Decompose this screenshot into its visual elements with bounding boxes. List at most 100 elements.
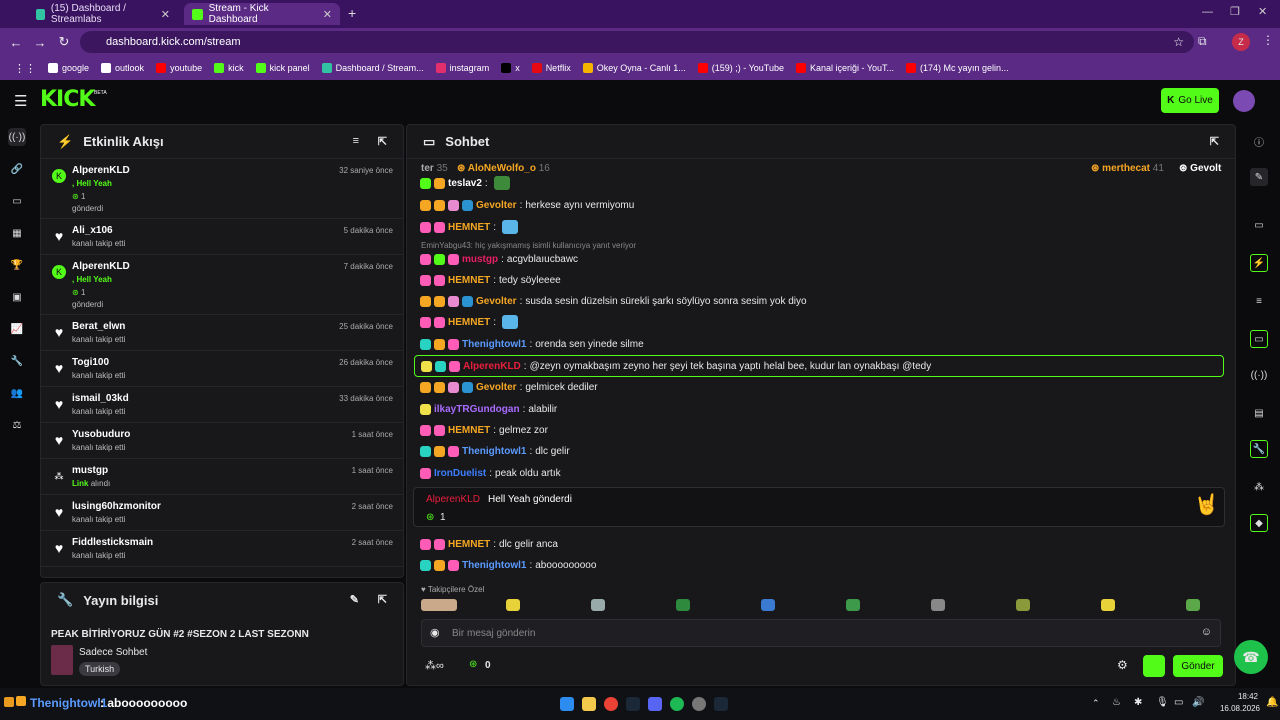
new-tab-button[interactable]: +	[348, 5, 356, 21]
chat-username[interactable]: HEMNET	[448, 275, 490, 286]
event-item[interactable]: ♥ Ali_x106 5 dakika önce kanalı takip etti	[41, 219, 403, 255]
lightning-icon[interactable]: ⚡	[1250, 254, 1268, 272]
chat-username[interactable]: AlperenKLD	[463, 361, 521, 372]
chat-message[interactable]: HEMNET:	[420, 313, 519, 331]
chat-username[interactable]: mustgp	[462, 254, 498, 265]
chat-message[interactable]: mustgp: acgvblaıucbawc	[420, 250, 578, 268]
emote-icon[interactable]	[846, 599, 860, 611]
popout-icon[interactable]: ⇱	[378, 135, 387, 148]
stream-icon[interactable]: ((·))	[1250, 366, 1268, 384]
network-icon[interactable]: ▭	[1174, 697, 1183, 708]
event-user[interactable]: Ali_x106	[72, 225, 113, 236]
user-avatar[interactable]	[1233, 90, 1255, 112]
chat-username[interactable]: Thenightowl1	[462, 339, 526, 350]
chat-message[interactable]: HEMNET:	[420, 218, 519, 236]
steam-icon[interactable]	[626, 697, 640, 711]
url-field[interactable]: dashboard.kick.com/stream ☆	[80, 31, 1194, 53]
event-item[interactable]: ♥ Togi100 26 dakika önce kanalı takip etti	[41, 351, 403, 387]
bookmark-item[interactable]: instagram	[430, 63, 496, 73]
send-button[interactable]: Gönder	[1173, 655, 1223, 677]
popout-icon[interactable]: ⇱	[378, 593, 387, 606]
bookmark-item[interactable]: google	[42, 63, 95, 73]
emote-icon[interactable]	[1016, 599, 1030, 611]
chat-message[interactable]: Thenightowl1: dlc gelir	[420, 442, 570, 460]
steam-tray-icon[interactable]: ♨	[1112, 697, 1121, 708]
chat-username[interactable]: Gevolter	[476, 296, 517, 307]
emote-icon[interactable]	[1101, 599, 1115, 611]
chat-username[interactable]: Gevolter	[476, 382, 517, 393]
event-user[interactable]: ismail_03kd	[72, 393, 129, 404]
event-user[interactable]: Yusobuduro	[72, 429, 130, 440]
event-user[interactable]: AlperenKLD	[72, 261, 130, 272]
edit-icon[interactable]: ✎	[1250, 168, 1268, 186]
event-item[interactable]: ⁂ mustgp 1 saat önce Link alındı	[41, 459, 403, 495]
list-icon[interactable]: ≡	[1250, 292, 1268, 310]
media-icon[interactable]: ▭	[1250, 216, 1268, 234]
bookmark-item[interactable]: outlook	[95, 63, 150, 73]
event-user[interactable]: Fiddlesticksmain	[72, 537, 153, 548]
chat-message[interactable]: HEMNET: dlc gelir anca	[420, 535, 558, 553]
chat-message[interactable]: Thenightowl1: abooooooooo	[420, 556, 596, 574]
tab-kick-dashboard[interactable]: Stream - Kick Dashboard ✕	[184, 3, 340, 25]
event-user[interactable]: mustgp	[72, 465, 108, 476]
obs-icon[interactable]	[692, 697, 706, 711]
wrench-icon[interactable]: 🔧	[8, 352, 26, 370]
chat-message[interactable]: HEMNET: tedy söyleeee	[420, 271, 561, 289]
clock-time[interactable]: 18:42	[1214, 692, 1258, 701]
back-icon[interactable]: ←	[4, 35, 28, 50]
bookmark-item[interactable]: kick	[208, 63, 250, 73]
chat-message[interactable]: ilkayTRGundogan: alabilir	[420, 400, 557, 418]
link-nodes-icon[interactable]: ⁂	[1250, 478, 1268, 496]
chat-message[interactable]: HEMNET: gelmez zor	[420, 421, 548, 439]
bookmark-item[interactable]: Okey Oyna - Canlı 1...	[577, 63, 692, 73]
chat-username[interactable]: HEMNET	[448, 317, 490, 328]
event-item[interactable]: ♥ Fiddlesticksmain 2 saat önce kanalı takip…	[41, 531, 403, 567]
bookmark-item[interactable]: (174) Mc yayın gelin...	[900, 63, 1015, 73]
reload-icon[interactable]: ↻	[52, 34, 76, 50]
chat-username[interactable]: Gevolter	[476, 200, 517, 211]
microphone-icon[interactable]: 🎙	[1156, 697, 1169, 708]
apps-icon[interactable]: ⋮⋮	[8, 62, 42, 75]
link-icon[interactable]: 🔗	[8, 160, 26, 178]
clock-date[interactable]: 16.08.2026	[1212, 704, 1260, 713]
trophy-icon[interactable]: 🏆	[8, 256, 26, 274]
wrench-icon[interactable]: 🔧	[1250, 440, 1268, 458]
settings-gear-icon[interactable]: ⚙	[1117, 658, 1128, 672]
bluetooth-icon[interactable]: ✱	[1134, 697, 1142, 708]
go-live-button[interactable]: K Go Live	[1161, 88, 1219, 113]
file-explorer-icon[interactable]	[582, 697, 596, 711]
forward-icon[interactable]: →	[28, 35, 52, 50]
moderation-icon[interactable]: ⚖	[8, 416, 26, 434]
chat-username[interactable]: HEMNET	[448, 222, 490, 233]
emote-icon[interactable]	[676, 599, 690, 611]
analytics-icon[interactable]: 📈	[8, 320, 26, 338]
window-icon[interactable]: ▭	[8, 192, 26, 210]
event-item[interactable]: K AlperenKLD 7 dakika önce , Hell Yeah ⊛ 1 gö…	[41, 255, 403, 315]
chat-message[interactable]: Gevolter: gelmicek dediler	[420, 378, 598, 396]
emote-icon[interactable]	[761, 599, 775, 611]
chat-username[interactable]: IronDuelist	[434, 468, 486, 479]
close-icon[interactable]: ✕	[323, 8, 332, 21]
chat-icon[interactable]: ▭	[1250, 330, 1268, 348]
event-item[interactable]: ♥ Berat_elwn 25 dakika önce kanalı takip et…	[41, 315, 403, 351]
emote-icon[interactable]	[1186, 599, 1200, 611]
extensions-icon[interactable]: ⧉	[1198, 34, 1207, 49]
hamburger-menu-icon[interactable]: ☰	[14, 92, 27, 110]
emote-icon[interactable]	[931, 599, 945, 611]
emoji-icon[interactable]: ☺	[1201, 626, 1212, 638]
bookmark-item[interactable]: Kanal içeriği - YouT...	[790, 63, 900, 73]
support-icon[interactable]: ☎	[1234, 640, 1268, 674]
chat-message[interactable]: Gevolter: herkese aynı vermiyomu	[420, 196, 634, 214]
bookmark-item[interactable]: youtube	[150, 63, 208, 73]
emote-icon[interactable]	[421, 599, 457, 611]
chat-message[interactable]: AlperenKLD: @zeyn oymakbaşım zeyno her şe…	[414, 355, 1224, 377]
event-user[interactable]: lusing60hzmonitor	[72, 501, 161, 512]
volume-icon[interactable]: 🔊	[1192, 697, 1204, 708]
bookmark-item[interactable]: Dashboard / Stream...	[316, 63, 430, 73]
video-icon[interactable]: ▣	[8, 288, 26, 306]
kick-emote-button[interactable]	[1143, 655, 1165, 677]
bookmark-item[interactable]: x	[495, 63, 526, 73]
emote-icon[interactable]	[506, 599, 520, 611]
minimize-button[interactable]: —	[1202, 6, 1213, 18]
profile-avatar[interactable]: Z	[1232, 33, 1250, 51]
